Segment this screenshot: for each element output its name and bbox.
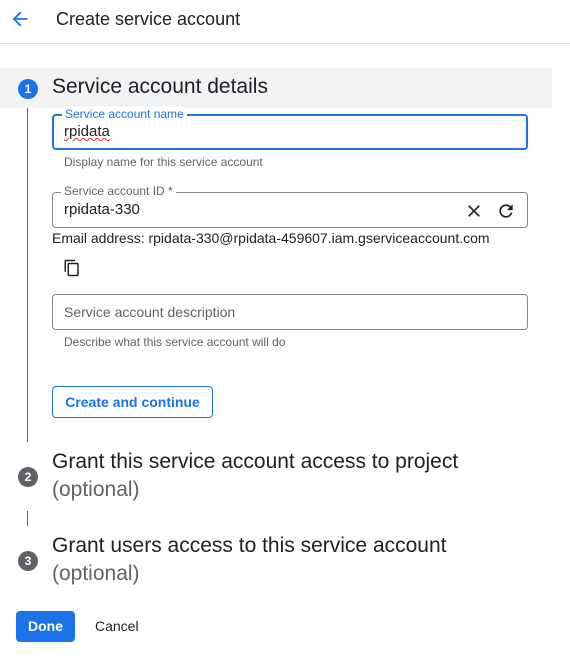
service-account-description-placeholder: Service account description (64, 304, 236, 320)
service-account-name-hint: Display name for this service account (64, 155, 263, 169)
back-button[interactable] (9, 8, 31, 30)
service-account-description-field[interactable]: Service account description (52, 294, 528, 330)
copy-email-button[interactable] (63, 259, 81, 277)
step-2-optional: (optional) (52, 478, 140, 501)
close-icon (468, 205, 480, 217)
step-3-optional: (optional) (52, 562, 140, 585)
service-account-name-value: rpidata (64, 123, 110, 140)
step-connector-line (27, 108, 28, 442)
service-account-id-label: Service account ID * (61, 184, 176, 198)
step-3-number: 3 (18, 551, 38, 571)
service-account-description-hint: Describe what this service account will … (64, 335, 286, 349)
page-title: Create service account (56, 9, 241, 29)
cancel-button[interactable]: Cancel (85, 611, 149, 642)
refresh-icon (499, 204, 513, 218)
done-button[interactable]: Done (16, 611, 75, 642)
clear-id-button[interactable] (464, 201, 484, 221)
service-account-id-value: rpidata-330 (64, 201, 140, 218)
step-1-title: Service account details (52, 75, 268, 98)
service-account-name-field[interactable]: Service account name rpidata (52, 107, 528, 150)
step-2-number: 2 (18, 467, 38, 487)
service-account-id-field[interactable]: Service account ID * rpidata-330 (52, 184, 528, 228)
step-connector-line (27, 511, 28, 526)
service-account-name-label: Service account name (62, 107, 187, 121)
copy-icon (64, 259, 79, 277)
regenerate-id-button[interactable] (496, 201, 516, 221)
arrow-back-icon (12, 11, 28, 27)
header: Create service account (0, 0, 570, 44)
email-address-text: Email address: rpidata-330@rpidata-45960… (52, 230, 490, 246)
create-and-continue-button[interactable]: Create and continue (52, 386, 213, 418)
step-2-title[interactable]: Grant this service account access to pro… (52, 450, 458, 474)
step-3-title[interactable]: Grant users access to this service accou… (52, 534, 447, 558)
step-1-number: 1 (18, 79, 38, 99)
